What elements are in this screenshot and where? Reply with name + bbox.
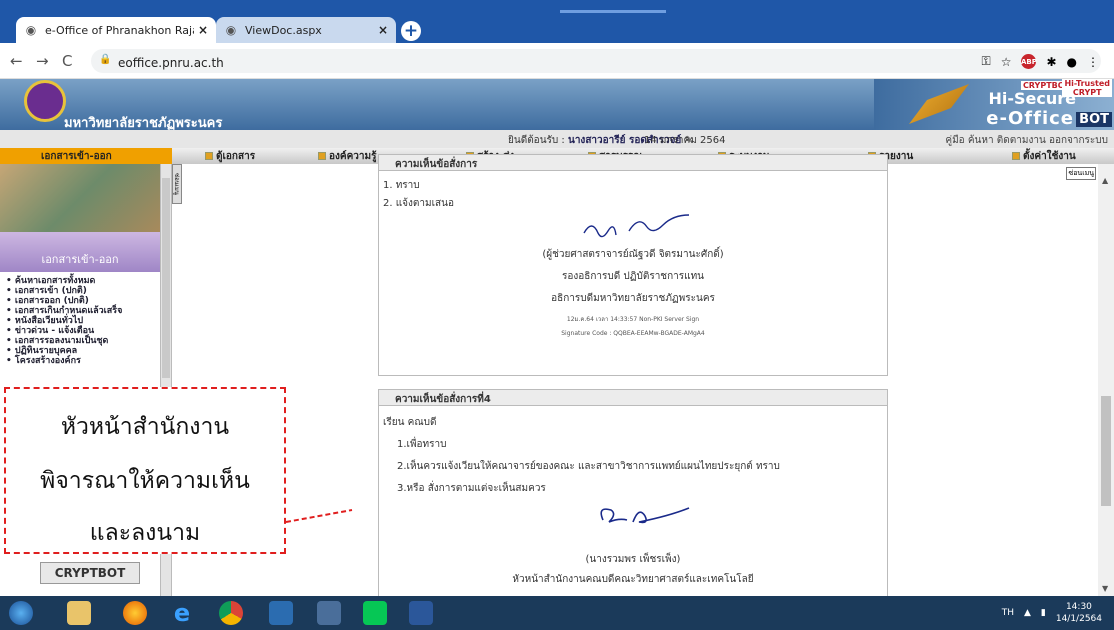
hi-secure-label: Hi-Secure	[988, 89, 1076, 108]
adblock-icon[interactable]: ABP	[1021, 54, 1037, 69]
sidebar-item-org[interactable]: โครงสร้างองค์กร	[6, 356, 160, 366]
annotation-line-3: และลงนาม	[89, 520, 201, 546]
sidebar-title: เอกสารเข้า-ออก	[0, 232, 160, 272]
url-field[interactable]	[91, 49, 1101, 73]
address-bar-row: ← → C 🔒 eoffice.pnru.ac.th ⚿ ☆ ABP ✱ ● ⋮	[0, 43, 1114, 79]
comment-lines: เรียน คณบดี 1.เพื่อทราบ 2.เห็นควรแจ้งเวี…	[379, 406, 887, 500]
eoffice-label: e-Office	[986, 108, 1074, 129]
close-tab-icon[interactable]: ×	[378, 23, 388, 37]
tab-viewdoc[interactable]: ◉ ViewDoc.aspx ×	[216, 17, 396, 43]
top-links[interactable]: คู่มือ ค้นหา ติดตามงาน ออกจากระบบ	[945, 133, 1108, 148]
comment-lines: 1. ทราบ 2. แจ้งตามเสนอ	[383, 180, 454, 209]
tab-title: ViewDoc.aspx	[245, 23, 322, 37]
menu-item-inout[interactable]: เอกสารเข้า-ออก	[0, 148, 172, 164]
scroll-up-icon[interactable]: ▲	[1102, 176, 1108, 185]
forward-arrow-icon[interactable]: →	[36, 52, 49, 70]
clock[interactable]: 14:30 14/1/2564	[1056, 601, 1102, 625]
star-icon[interactable]: ☆	[1001, 55, 1012, 69]
tray-expand-icon[interactable]: ▲	[1024, 608, 1031, 618]
lock-icon: 🔒	[99, 54, 112, 65]
comment-panel-3: ความเห็นข้อสั่งการ 1. ทราบ 2. แจ้งตามเสน…	[378, 154, 888, 376]
signature-image	[600, 507, 690, 524]
sidebar-item-search-all[interactable]: ค้นหาเอกสารทั้งหมด	[6, 276, 160, 286]
url-text[interactable]: eoffice.pnru.ac.th	[118, 56, 224, 70]
signature-code: Signature Code : QQBEA-EEAMw-BGADE-AMgA4	[561, 330, 705, 337]
sidebar-item-batch-sign[interactable]: เอกสารรอลงนามเป็นชุด	[6, 336, 160, 346]
avatar[interactable]: ●	[1067, 55, 1077, 69]
panel-title: ความเห็นข้อสั่งการ	[379, 155, 887, 171]
comment-panel-4: ความเห็นข้อสั่งการที่4 เรียน คณบดี 1.เพื…	[378, 389, 888, 609]
browser-tab-strip: ◉ e-Office of Phranakhon Rajabhat × ◉ Vi…	[0, 0, 1114, 43]
signer-name: (นางรวมพร เพ็ชรเพ็ง)	[585, 554, 681, 565]
signer-position: หัวหน้าสำนักงานคณบดีคณะวิทยาศาสตร์และเทค…	[512, 574, 754, 585]
signature-image	[583, 214, 690, 238]
current-date: 14 มกราคม 2564	[644, 135, 726, 146]
menu-item-settings[interactable]: ตั้งค่าใช้งาน	[1012, 149, 1076, 164]
annotation-line-2: พิจารณาให้ความเห็น	[40, 468, 250, 494]
sidebar-item-outgoing[interactable]: เอกสารออก (ปกติ)	[6, 296, 160, 306]
hide-menu-link[interactable]: ซ่อนเมนู	[1066, 167, 1096, 180]
menu-item-cabinet[interactable]: ตู้เอกสาร	[205, 149, 255, 164]
salutation: เรียน คณบดี	[383, 417, 437, 428]
sidebar-item-incoming[interactable]: เอกสารเข้า (ปกติ)	[6, 286, 160, 296]
ie-icon[interactable]: e	[163, 599, 201, 627]
key-icon[interactable]: ⚿	[982, 54, 991, 69]
file-explorer-icon[interactable]	[60, 599, 98, 627]
keys-graphic	[909, 84, 969, 124]
main-scroll-thumb[interactable]	[1101, 396, 1111, 506]
annotation-callout: หัวหน้าสำนักงาน พิจารณาให้ความเห็น และลง…	[4, 387, 286, 554]
panel-title: ความเห็นข้อสั่งการที่4	[379, 390, 887, 406]
bot-label: BOT	[1076, 112, 1112, 127]
tab-drag-indicator	[560, 10, 666, 13]
main-scrollbar[interactable]: ▲ ▼	[1098, 164, 1114, 596]
sidebar-list: ค้นหาเอกสารทั้งหมด เอกสารเข้า (ปกติ) เอก…	[6, 276, 160, 366]
brand-banner: CRYPTBOT Hi-Trusted CRYPT Hi-Secure e-Off…	[874, 79, 1114, 130]
menu-item-knowledge[interactable]: องค์ความรู้	[318, 149, 376, 164]
globe-icon: ◉	[25, 23, 37, 37]
document-view: ซ่อนเมนู ความเห็นข้อสั่งการ 1. ทราบ 2. แ…	[182, 154, 1098, 609]
system-tray: TH ▲ ▮ 14:30 14/1/2564	[1002, 601, 1102, 625]
close-tab-icon[interactable]: ×	[198, 23, 208, 37]
cryptbot-badge: CRYPTBOT	[40, 562, 140, 584]
word-icon[interactable]	[402, 599, 440, 627]
sign-timestamp: 12ม.ค.64 เวลา 14:33:57 Non-PKI Server Si…	[566, 316, 700, 323]
sidebar-item-overdue[interactable]: เอกสารเกินกำหนดแล้วเสร็จ	[6, 306, 160, 316]
media-player-icon[interactable]	[262, 599, 300, 627]
chrome-icon[interactable]	[212, 599, 250, 627]
kebab-menu-icon[interactable]: ⋮	[1087, 55, 1099, 69]
welcome-bar: ยินดีต้อนรับ : นางสาวอารีย์ รอดสำรวจย์ ✎…	[0, 130, 1114, 148]
new-tab-button[interactable]: +	[401, 21, 421, 41]
sidebar-item-calendar[interactable]: ปฏิทินรายบุคคล	[6, 346, 160, 356]
line-icon[interactable]	[356, 599, 394, 627]
university-logo	[24, 80, 66, 122]
tab-eoffice[interactable]: ◉ e-Office of Phranakhon Rajabhat ×	[16, 17, 216, 43]
firefox-icon[interactable]	[116, 599, 154, 627]
sidebar-item-news[interactable]: ข่าวด่วน - แจ้งเตือน	[6, 326, 160, 336]
language-indicator[interactable]: TH	[1002, 608, 1014, 618]
signer-org: อธิการบดีมหาวิทยาลัยราชภัฏพระนคร	[551, 293, 715, 304]
sidebar-item-circular[interactable]: หนังสือเวียนทั่วไป	[6, 316, 160, 326]
back-arrow-icon[interactable]: ←	[10, 52, 23, 70]
hide-menu-tab[interactable]: ซ่อนเมนู	[172, 164, 182, 204]
puzzle-icon[interactable]: ✱	[1046, 55, 1056, 69]
scroll-down-icon[interactable]: ▼	[1102, 584, 1108, 593]
start-button[interactable]	[2, 599, 40, 627]
app-icon[interactable]	[310, 599, 348, 627]
site-header: มหาวิทยาลัยราชภัฏพระนคร CRYPTBOT Hi-Trus…	[0, 79, 1114, 131]
sidebar-scroll-thumb[interactable]	[162, 178, 170, 378]
annotation-line-1: หัวหน้าสำนักงาน	[60, 414, 230, 440]
windows-taskbar: e TH ▲ ▮ 14:30 14/1/2564	[0, 596, 1114, 630]
signer-name: (ผู้ช่วยศาสตราจารย์ณัฐวดี จิตรมานะศักดิ์…	[542, 249, 724, 260]
signer-position: รองอธิการบดี ปฏิบัติราชการแทน	[561, 271, 705, 282]
tab-title: e-Office of Phranakhon Rajabhat	[45, 23, 194, 37]
sidebar-photo	[0, 164, 160, 232]
globe-icon: ◉	[225, 23, 237, 37]
reload-icon[interactable]: C	[62, 52, 72, 70]
network-icon[interactable]: ▮	[1041, 608, 1046, 618]
extension-icons: ⚿ ☆ ABP ✱ ● ⋮	[982, 54, 1099, 69]
